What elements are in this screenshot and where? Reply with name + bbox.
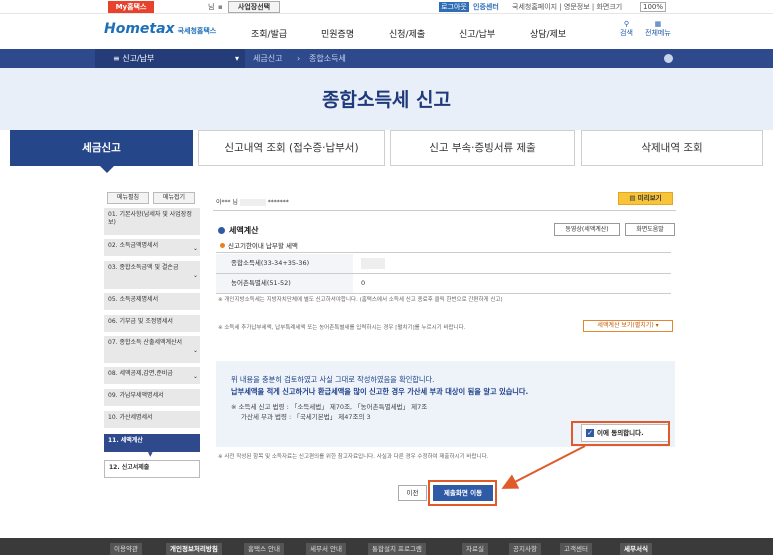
caret-down-icon: ▾ — [234, 54, 239, 63]
zoom-select[interactable]: 100% — [640, 2, 667, 12]
row-label: 농어촌특별세(51-52) — [216, 274, 353, 293]
gnb-item-consult[interactable]: 상담/제보 — [530, 27, 566, 40]
sidebar-item-income-amount[interactable]: 03. 종합소득금액 및 결손금 ⌄ — [104, 261, 200, 290]
bullet-icon — [220, 243, 225, 248]
tab-deleted-history[interactable]: 삭제내역 조회 — [581, 130, 763, 166]
footer-link-privacy[interactable]: 개인정보처리방침 — [166, 543, 222, 555]
help-button[interactable]: 화면도움말 — [625, 223, 675, 236]
bullet-icon — [218, 227, 225, 234]
breadcrumb-income-tax[interactable]: 종합소득세 — [309, 49, 346, 68]
nav-toggle-icon[interactable] — [664, 54, 673, 63]
search-button[interactable]: ⚲ 검색 — [620, 20, 633, 38]
footer-link-archive[interactable]: 자료실 — [462, 543, 488, 555]
top-utility-bar: My홈택스 님 ▪ 사업장선택 로그아웃 인증센터 국세청홈페이지 | 영문정보… — [0, 0, 773, 14]
hamburger-icon: ≡ — [113, 54, 123, 63]
footer-link-office-guide[interactable]: 세무서 안내 — [306, 543, 346, 555]
gnb-item-inquiry[interactable]: 조회/발급 — [251, 27, 287, 40]
gnb-item-report[interactable]: 신고/납부 — [459, 27, 495, 40]
footer-link-support[interactable]: 고객센터 — [560, 543, 592, 555]
sidebar-item-income-statement[interactable]: 02. 소득금액명세서 ⌄ — [104, 239, 200, 257]
agree-highlight-box — [571, 421, 670, 446]
sidebar-item-penalty-tax[interactable]: 10. 가산세명세서 — [104, 411, 200, 429]
footer-link-hometax-guide[interactable]: 홈택스 안내 — [244, 543, 284, 555]
prev-button[interactable]: 이전 — [398, 485, 427, 501]
util-links[interactable]: 국세청홈페이지 | 영문정보 | 화면크기 — [512, 2, 622, 12]
sidebar-item-submit[interactable]: 12. 신고서제출 — [104, 460, 200, 478]
taxpayer-name: 이*** 님 ******* — [216, 199, 289, 206]
table-row: 종합소득세(33-34+35-36) — [216, 254, 671, 273]
masked-value — [361, 258, 385, 269]
expand-menu-button[interactable]: 메뉴펼침 — [107, 192, 149, 204]
sidebar-item-tax-calc-sheet[interactable]: 07. 종합소득 산출세액계산서 ⌄ — [104, 336, 200, 364]
table-top-border — [216, 252, 671, 253]
chevron-down-icon: ⌄ — [192, 372, 198, 380]
collapse-menu-button[interactable]: 메뉴접기 — [153, 192, 195, 204]
my-hometax-button[interactable]: My홈택스 — [108, 1, 154, 13]
business-select-button[interactable]: 사업장선택 — [228, 1, 280, 13]
confirm-law-1: ※ 소득세 신고 법령 : 「소득세법」 제70조, 「농어촌특별세법」 제7조 — [231, 403, 428, 411]
main-content: 이*** 님 ******* ▤ 미리보기 세액계산 동영상(세액계산) 화면도… — [213, 192, 676, 492]
confirm-law-2: 가산세 부과 법령 : 「국세기본법」 제47조의 3 — [241, 413, 371, 421]
row-value: 0 — [361, 279, 366, 287]
caret-down-icon: ▾ — [655, 322, 659, 329]
sidebar-item-tax-credit[interactable]: 08. 세액공제,감면,준비금 ⌄ — [104, 367, 200, 385]
chevron-down-icon: ⌄ — [192, 244, 198, 252]
chevron-right-icon: › — [297, 54, 301, 63]
cert-center-link[interactable]: 인증센터 — [473, 2, 499, 12]
footer-link-install[interactable]: 통합설치 프로그램 — [368, 543, 426, 555]
tab-bar: 세금신고 신고내역 조회 (접수증·납부서) 신고 부속·증빙서류 제출 삭제내… — [10, 130, 763, 166]
sidebar-item-donation[interactable]: 06. 기부금 및 조정명세서 — [104, 315, 200, 333]
breadcrumb-tax[interactable]: 세금신고 — [253, 49, 282, 68]
logout-button[interactable]: 로그아웃 — [439, 2, 469, 12]
subsection-title: 신고기한이내 납부할 세액 — [220, 240, 298, 250]
page-title: 종합소득세 신고 — [322, 89, 451, 111]
footer-link-forms[interactable]: 세무서식 — [620, 543, 652, 555]
footer-link-notice[interactable]: 공지사항 — [509, 543, 541, 555]
submit-highlight-box — [428, 480, 497, 506]
caret-down-icon: ▼ — [148, 451, 153, 458]
sidebar-item-deduction[interactable]: 05. 소득공제명세서 — [104, 293, 200, 311]
sidebar-item-prepaid-tax[interactable]: 09. 가납부세액명세서 — [104, 389, 200, 407]
active-tab-arrow — [100, 166, 114, 173]
sidebar-item-basic-info[interactable]: 01. 기본사항(납세자 및 사업장정보) — [104, 208, 200, 236]
tab-report-history[interactable]: 신고내역 조회 (접수증·납부서) — [198, 130, 385, 166]
chevron-down-icon: ⌄ — [192, 272, 198, 279]
gnb-item-certificate[interactable]: 민원증명 — [321, 27, 354, 40]
hometax-logo[interactable]: Hometax 국세청홈택스 — [104, 21, 216, 37]
confirm-text-2: 납부세액을 적게 신고하거나 환급세액을 많이 신고한 경우 가산세 부과 대상… — [231, 387, 529, 396]
local-tax-note: ※ 개인지방소득세는 지방자치단체에 별도 신고하셔야합니다. (홈택스에서 소… — [218, 297, 503, 303]
table-bottom-border — [216, 293, 671, 294]
divider — [213, 210, 676, 211]
gnb-item-apply[interactable]: 신청/제출 — [389, 27, 425, 40]
video-guide-button[interactable]: 동영상(세액계산) — [554, 223, 620, 236]
tax-calc-expand-button[interactable]: 세액계산 보기(펼치기) ▾ — [583, 320, 673, 332]
tab-attachment-submit[interactable]: 신고 부속·증빙서류 제출 — [390, 130, 575, 166]
section-title: 세액계산 — [218, 225, 258, 236]
masked-block — [239, 199, 266, 206]
tab-tax-report[interactable]: 세금신고 — [10, 130, 193, 166]
preview-button[interactable]: ▤ 미리보기 — [618, 192, 673, 205]
confirm-text-1: 위 내용을 충분히 검토하였고 사실 그대로 작성하였음을 확인합니다. — [231, 375, 435, 384]
reference-note: ※ 사전 작성된 항목 및 소득자료는 신고편의를 위한 참고자료입니다. 사실… — [218, 454, 489, 460]
grid-icon: ▦ — [654, 20, 662, 28]
info-icon: ▪ — [218, 3, 223, 11]
document-icon: ▤ — [629, 194, 638, 202]
table-row: 농어촌특별세(51-52) 0 — [216, 274, 671, 293]
footer-link-terms[interactable]: 이용약관 — [110, 543, 142, 555]
user-suffix: 님 — [208, 3, 215, 11]
extra-tax-note: ※ 소득세 추가납부세액, 납부특례세액 또는 농어촌특별세를 입력하시는 경우… — [218, 325, 466, 331]
nav-current-menu[interactable]: ≡ 신고/납부 ▾ — [95, 49, 245, 68]
row-label: 종합소득세(33-34+35-36) — [216, 254, 353, 273]
all-menu-button[interactable]: ▦ 전체메뉴 — [645, 20, 671, 38]
chevron-down-icon: ⌄ — [192, 346, 198, 354]
search-icon: ⚲ — [623, 20, 630, 28]
